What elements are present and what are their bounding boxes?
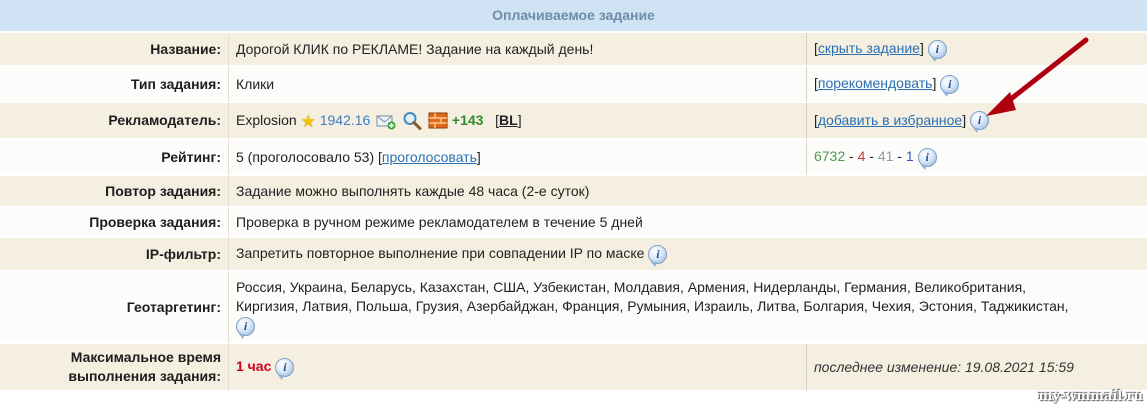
info-icon[interactable]: i [970, 111, 990, 134]
votes-cell: 6732 - 4 - 41 - 1i [805, 140, 1147, 176]
rating-value: 5 (проголосовало 53) [236, 148, 375, 165]
label-maxtime: Максимальное время выполнения задания: [0, 344, 228, 392]
action-cell-advertiser: [добавить в избранное] i [805, 103, 1147, 140]
label-type: Тип задания: [0, 67, 228, 103]
row-geo: Геотаргетинг: Россия, Украина, Беларусь,… [0, 272, 1147, 344]
label-rating: Рейтинг: [0, 140, 228, 176]
add-to-favorites-link[interactable]: добавить в избранное [818, 112, 962, 128]
votes-neutral: 41 [877, 148, 894, 165]
info-icon[interactable]: i [927, 39, 947, 62]
label-geo: Геотаргетинг: [0, 272, 228, 344]
row-ipfilter: IP-фильтр: Запретить повторное выполнени… [0, 238, 1147, 272]
value-rating: 5 (проголосовало 53) [проголосовать] [228, 140, 806, 176]
table-header: Оплачиваемое задание [0, 0, 1147, 33]
mail-add-icon[interactable] [376, 111, 396, 130]
label-name: Название: [0, 33, 228, 67]
votes-negative: 4 [857, 148, 866, 165]
blacklist-wall-icon[interactable] [428, 111, 448, 130]
label-maxtime-line1: Максимальное время [70, 349, 221, 365]
row-maxtime: Максимальное время выполнения задания: 1… [0, 344, 1147, 392]
votes-other: 1 [905, 148, 914, 165]
info-icon[interactable]: i [917, 147, 937, 170]
row-type: Тип задания: Клики [порекомендовать] i [0, 67, 1147, 103]
label-advertiser: Рекламодатель: [0, 103, 228, 140]
label-ipfilter: IP-фильтр: [0, 238, 228, 272]
value-ipfilter-cell: Запретить повторное выполнение при совпа… [228, 238, 1147, 272]
watermark: my-wmmail.ru [1038, 389, 1143, 404]
star-icon: ★ [300, 111, 316, 131]
hide-task-link[interactable]: скрыть задание [818, 40, 920, 56]
search-icon[interactable] [402, 111, 422, 131]
value-repeat: Задание можно выполнять каждые 48 часа (… [228, 176, 1147, 208]
info-icon[interactable]: i [236, 316, 255, 339]
row-advertiser: Рекламодатель: Explosion ★ 1942.16 +143 … [0, 103, 1147, 140]
value-ipfilter: Запретить повторное выполнение при совпа… [236, 245, 645, 262]
task-info-table: Оплачиваемое задание Название: Дорогой К… [0, 0, 1147, 392]
info-icon[interactable]: i [648, 244, 668, 267]
last-modified: последнее изменение: 19.08.2021 15:59 [805, 344, 1147, 392]
recommend-link[interactable]: порекомендовать [818, 75, 933, 91]
value-maxtime-cell: 1 час i [228, 344, 806, 392]
value-advertiser: Explosion ★ 1942.16 +143 [BL] [228, 103, 806, 140]
action-cell-name: [скрыть задание] i [805, 33, 1147, 67]
info-icon[interactable]: i [275, 357, 295, 380]
row-check: Проверка задания: Проверка в ручном режи… [0, 208, 1147, 238]
geo-line-2: Киргизия, Латвия, Польша, Грузия, Азерба… [236, 298, 1069, 315]
value-name: Дорогой КЛИК по РЕКЛАМЕ! Задание на кажд… [228, 33, 806, 67]
bl-link[interactable]: BL [499, 112, 518, 128]
advertiser-name: Explosion [236, 111, 297, 128]
vote-link[interactable]: проголосовать [382, 149, 477, 165]
label-repeat: Повтор задания: [0, 176, 228, 208]
row-repeat: Повтор задания: Задание можно выполнять … [0, 176, 1147, 208]
geo-line-1: Россия, Украина, Беларусь, Казахстан, СШ… [236, 279, 1027, 296]
advertiser-rating-link[interactable]: 1942.16 [320, 112, 371, 128]
label-maxtime-line2: выполнения задания: [68, 368, 221, 384]
value-maxtime: 1 час [236, 358, 272, 375]
row-rating: Рейтинг: 5 (проголосовало 53) [проголосо… [0, 140, 1147, 176]
row-name: Название: Дорогой КЛИК по РЕКЛАМЕ! Задан… [0, 33, 1147, 67]
advertiser-score: +143 [451, 111, 484, 128]
value-type: Клики [228, 67, 806, 103]
value-check: Проверка в ручном режиме рекламодателем … [228, 208, 1147, 238]
value-geo-cell: Россия, Украина, Беларусь, Казахстан, СШ… [228, 272, 1147, 344]
action-cell-type: [порекомендовать] i [805, 67, 1147, 103]
label-check: Проверка задания: [0, 208, 228, 238]
info-icon[interactable]: i [940, 74, 960, 97]
votes-positive: 6732 [813, 148, 846, 165]
